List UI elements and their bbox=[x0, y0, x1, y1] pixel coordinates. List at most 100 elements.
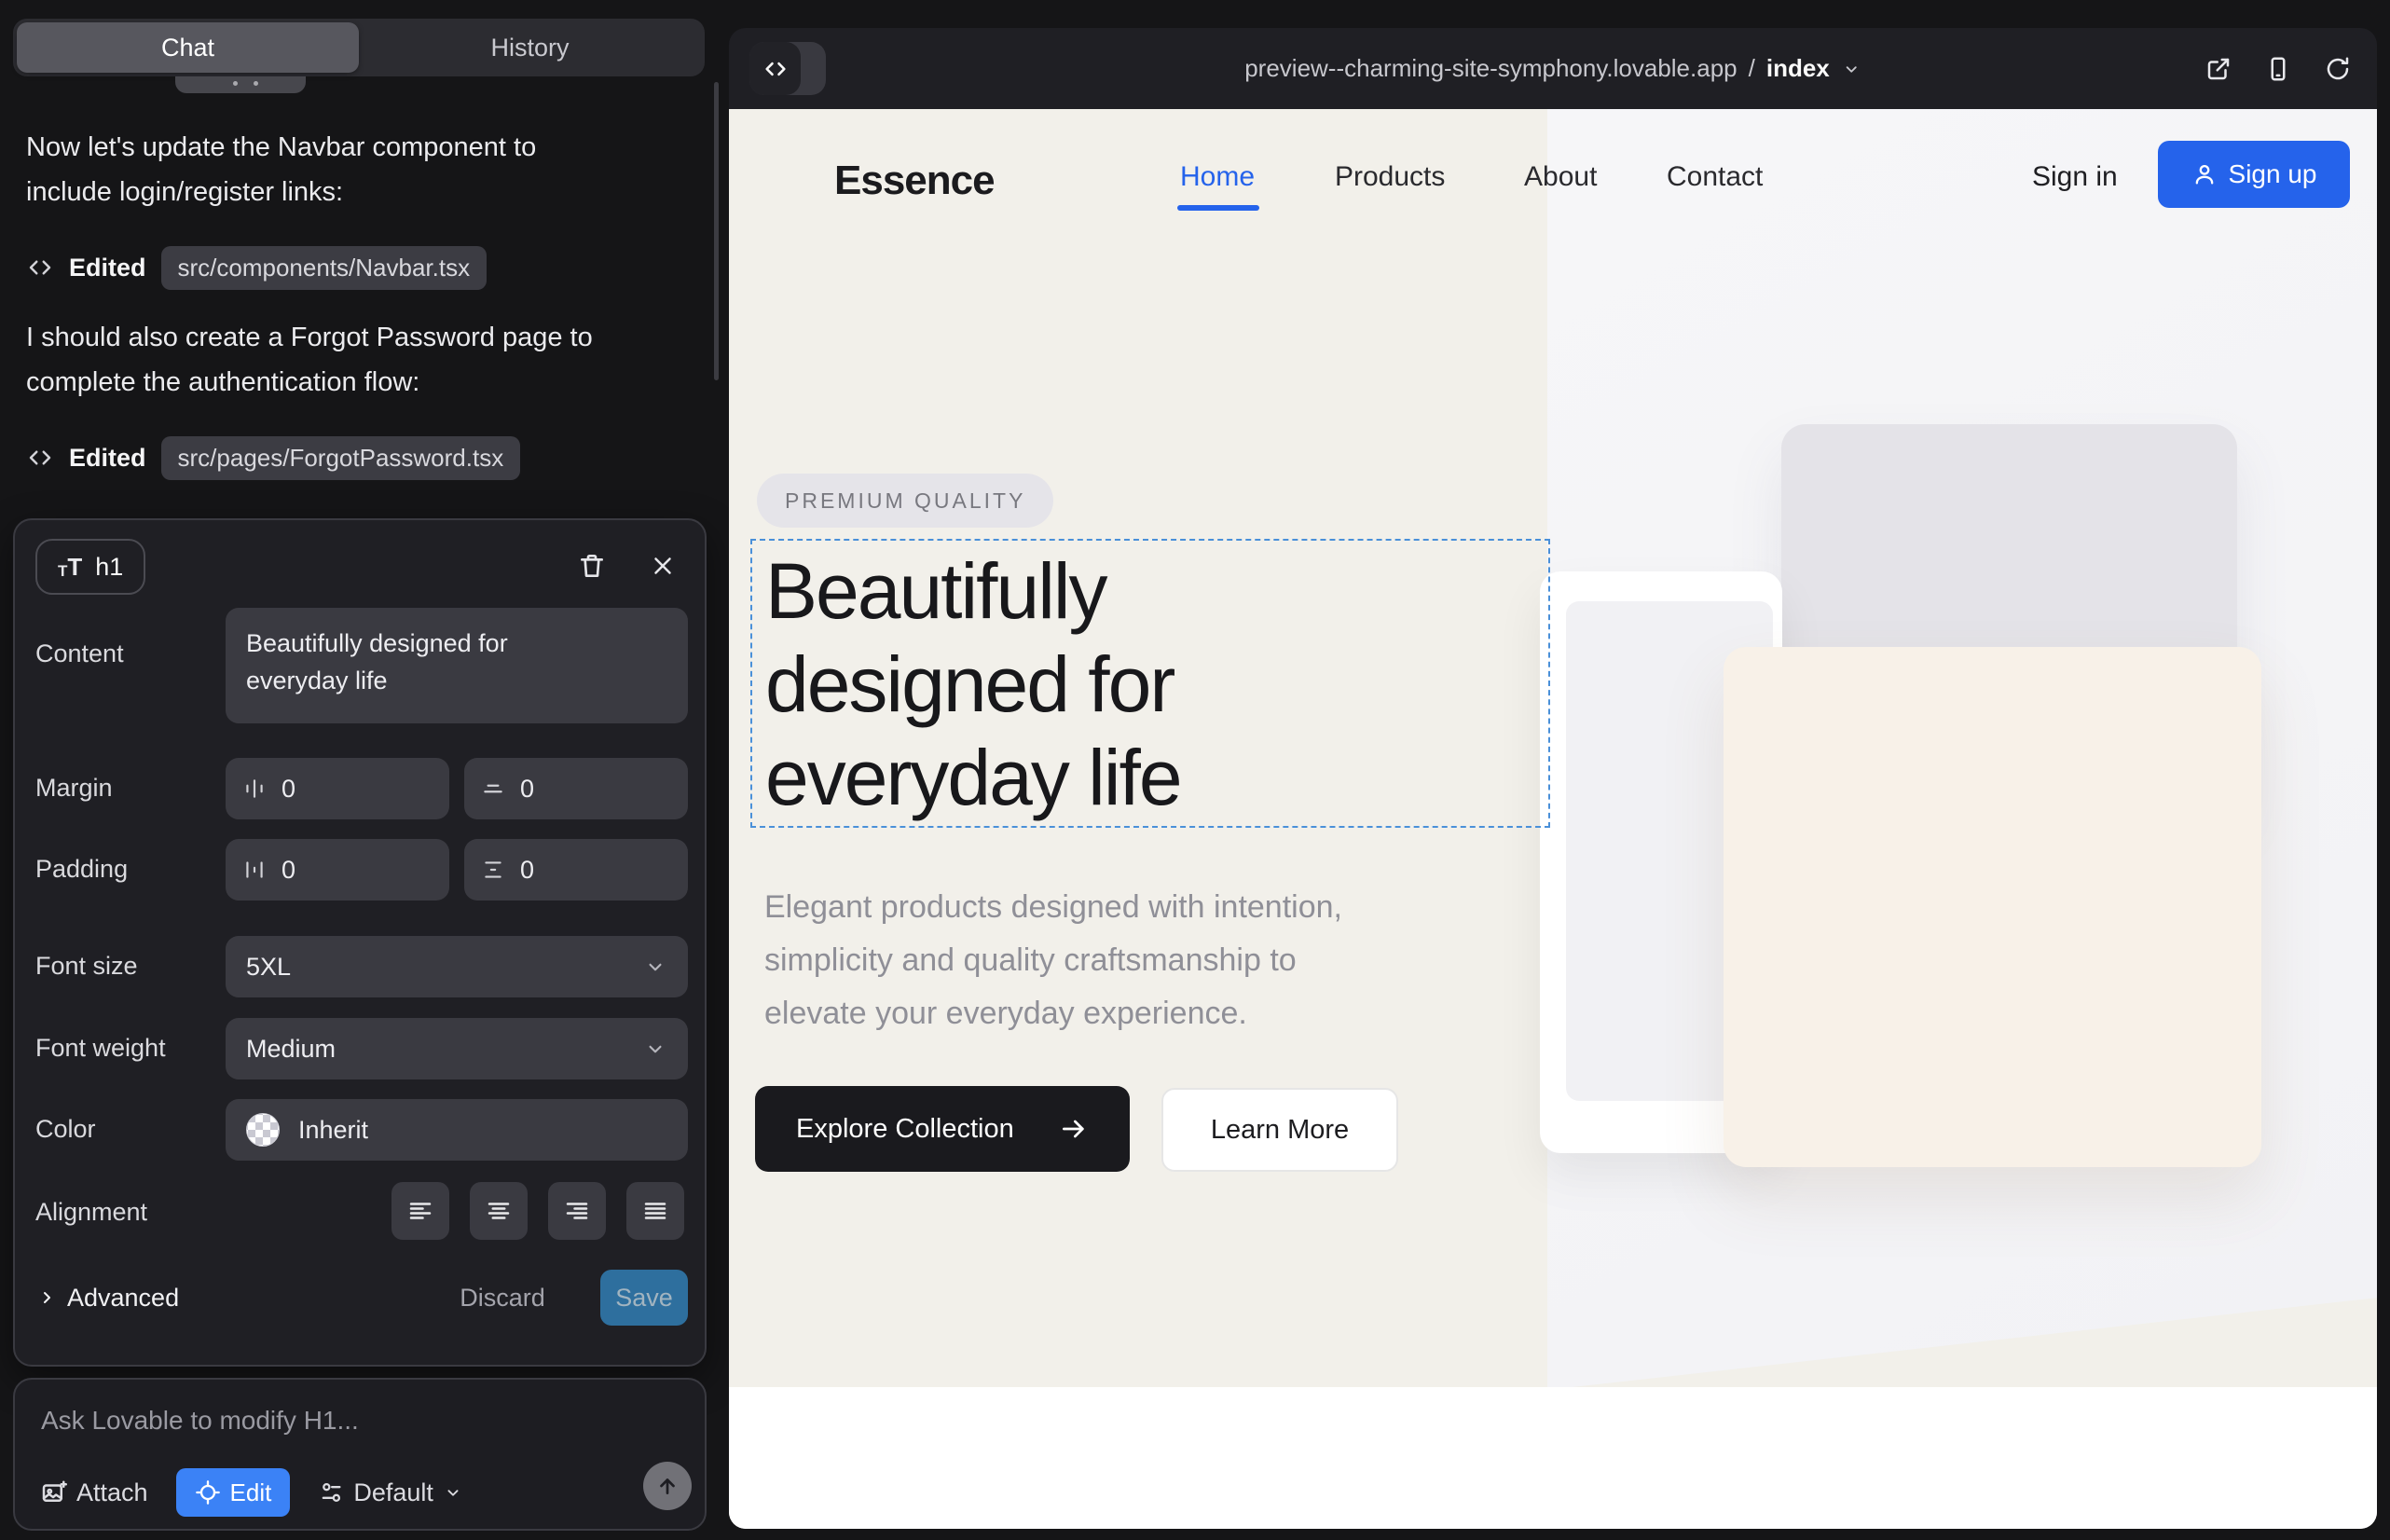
nav-link-home[interactable]: Home bbox=[1180, 161, 1255, 193]
margin-vertical-icon bbox=[481, 777, 505, 801]
margin-label: Margin bbox=[35, 774, 113, 803]
sign-up-label: Sign up bbox=[2229, 159, 2317, 189]
margin-y-value: 0 bbox=[520, 775, 534, 804]
preview-topbar: preview--charming-site-symphony.lovable.… bbox=[729, 28, 2377, 109]
external-link-icon bbox=[2205, 55, 2232, 83]
trash-icon bbox=[577, 551, 607, 581]
chat-sidebar: Chat History Now let's update the Navbar… bbox=[0, 0, 725, 1540]
decor-card-cream bbox=[1724, 647, 2261, 1167]
margin-x-input[interactable]: 0 bbox=[226, 758, 449, 819]
close-inspector-button[interactable] bbox=[643, 546, 682, 585]
selection-outline: Beautifully designed for everyday life bbox=[750, 539, 1550, 828]
padding-vertical-icon bbox=[481, 858, 505, 882]
edit-mode-button[interactable]: Edit bbox=[176, 1468, 291, 1517]
chevron-down-icon bbox=[443, 1482, 463, 1503]
smartphone-icon bbox=[2264, 55, 2292, 83]
file-chip-navbar[interactable]: src/components/Navbar.tsx bbox=[161, 246, 488, 290]
font-weight-label: Font weight bbox=[35, 1034, 166, 1063]
font-weight-select[interactable]: Medium bbox=[226, 1018, 688, 1079]
learn-more-button[interactable]: Learn More bbox=[1161, 1088, 1398, 1172]
chevron-right-icon bbox=[35, 1286, 58, 1309]
hero-badge: PREMIUM QUALITY bbox=[757, 474, 1053, 528]
scrolled-chip-fragment bbox=[175, 76, 306, 93]
align-left-button[interactable] bbox=[391, 1182, 449, 1240]
content-input[interactable]: Beautifully designed for everyday life bbox=[226, 608, 688, 723]
element-inspector-panel: TT h1 Content Beautifully designed for e… bbox=[13, 518, 707, 1367]
selected-element-chip: TT h1 bbox=[35, 539, 145, 595]
assistant-message: Now let's update the Navbar component to… bbox=[26, 125, 684, 214]
discard-button[interactable]: Discard bbox=[451, 1272, 554, 1324]
preview-window: preview--charming-site-symphony.lovable.… bbox=[729, 28, 2377, 1529]
explore-collection-label: Explore Collection bbox=[796, 1114, 1014, 1145]
margin-y-input[interactable]: 0 bbox=[464, 758, 688, 819]
chevron-down-icon[interactable] bbox=[1841, 59, 1861, 79]
font-size-label: Font size bbox=[35, 952, 138, 981]
nav-link-about[interactable]: About bbox=[1524, 161, 1597, 193]
code-preview-toggle[interactable] bbox=[749, 42, 826, 95]
font-size-select[interactable]: 5XL bbox=[226, 936, 688, 997]
dot bbox=[254, 81, 258, 86]
nav-link-contact[interactable]: Contact bbox=[1667, 161, 1763, 193]
dot bbox=[233, 81, 238, 86]
attach-button[interactable]: Attach bbox=[39, 1478, 148, 1507]
next-section-background bbox=[729, 1387, 2377, 1529]
close-icon bbox=[649, 552, 677, 580]
save-button[interactable]: Save bbox=[600, 1270, 688, 1326]
alignment-label: Alignment bbox=[35, 1198, 147, 1227]
code-toggle-segment[interactable] bbox=[749, 42, 801, 95]
url-page-dropdown[interactable]: index bbox=[1766, 54, 1830, 83]
sidebar-scrollbar[interactable] bbox=[714, 82, 719, 380]
sign-in-link[interactable]: Sign in bbox=[2032, 161, 2118, 193]
advanced-label: Advanced bbox=[67, 1284, 179, 1313]
tab-chat[interactable]: Chat bbox=[17, 22, 359, 73]
align-center-button[interactable] bbox=[470, 1182, 528, 1240]
attach-image-icon bbox=[39, 1478, 67, 1506]
explore-collection-button[interactable]: Explore Collection bbox=[755, 1086, 1130, 1172]
align-justify-icon bbox=[641, 1197, 669, 1225]
edited-label: Edited bbox=[69, 444, 146, 473]
text-size-icon: TT bbox=[58, 555, 82, 579]
nav-link-products[interactable]: Products bbox=[1335, 161, 1445, 193]
padding-label: Padding bbox=[35, 855, 128, 884]
mode-dropdown[interactable]: Default bbox=[318, 1478, 463, 1507]
attach-label: Attach bbox=[76, 1478, 148, 1507]
assistant-message: I should also create a Forgot Password p… bbox=[26, 315, 684, 405]
mobile-view-button[interactable] bbox=[2260, 50, 2297, 88]
color-label: Color bbox=[35, 1115, 96, 1144]
active-nav-underline bbox=[1177, 205, 1259, 211]
color-select[interactable]: Inherit bbox=[226, 1099, 688, 1161]
margin-x-value: 0 bbox=[282, 775, 295, 804]
align-center-icon bbox=[485, 1197, 513, 1225]
chat-composer: Attach Edit Default bbox=[13, 1378, 707, 1531]
file-chip-forgotpassword[interactable]: src/pages/ForgotPassword.tsx bbox=[161, 436, 521, 480]
refresh-icon bbox=[2324, 55, 2352, 83]
color-swatch-icon bbox=[246, 1113, 280, 1147]
align-left-icon bbox=[406, 1197, 434, 1225]
url-host: preview--charming-site-symphony.lovable.… bbox=[1244, 54, 1737, 83]
tab-history[interactable]: History bbox=[359, 22, 701, 73]
chat-history-tabs: Chat History bbox=[13, 19, 705, 76]
margin-horizontal-icon bbox=[242, 777, 267, 801]
align-justify-button[interactable] bbox=[626, 1182, 684, 1240]
target-icon bbox=[195, 1479, 221, 1506]
padding-y-input[interactable]: 0 bbox=[464, 839, 688, 901]
send-button[interactable] bbox=[643, 1462, 692, 1510]
preview-actions bbox=[2200, 28, 2356, 109]
chevron-down-icon bbox=[643, 1037, 667, 1061]
mode-label: Default bbox=[353, 1478, 433, 1507]
open-in-new-tab-button[interactable] bbox=[2200, 50, 2237, 88]
align-right-button[interactable] bbox=[548, 1182, 606, 1240]
site-logo[interactable]: Essence bbox=[834, 158, 995, 204]
font-size-value: 5XL bbox=[246, 953, 291, 982]
sign-up-button[interactable]: Sign up bbox=[2158, 141, 2350, 208]
font-weight-value: Medium bbox=[246, 1035, 336, 1064]
padding-x-input[interactable]: 0 bbox=[226, 839, 449, 901]
code-icon bbox=[762, 56, 789, 82]
delete-element-button[interactable] bbox=[572, 546, 611, 585]
prompt-input[interactable] bbox=[39, 1398, 677, 1443]
padding-x-value: 0 bbox=[282, 856, 295, 885]
refresh-button[interactable] bbox=[2319, 50, 2356, 88]
arrow-up-icon bbox=[655, 1474, 680, 1498]
sliders-icon bbox=[318, 1479, 344, 1506]
advanced-toggle[interactable]: Advanced bbox=[35, 1272, 179, 1324]
